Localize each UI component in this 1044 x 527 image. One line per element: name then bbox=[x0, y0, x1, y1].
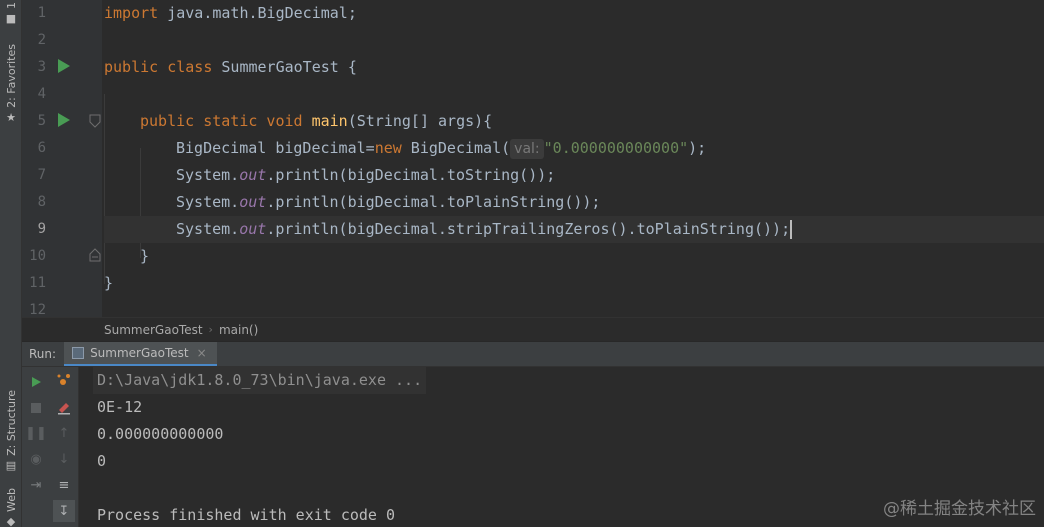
line-number: 4 bbox=[37, 86, 46, 102]
rerun-icon[interactable] bbox=[27, 373, 45, 391]
web-tool-tab[interactable]: Web ◆ bbox=[0, 488, 22, 527]
console-output[interactable]: D:\Java\jdk1.8.0_73\bin\java.exe ... 0E-… bbox=[80, 367, 1044, 527]
code-editor[interactable]: 1 2 3 4 5 6 7 8 9 10 11 12 import java.m… bbox=[22, 0, 1044, 317]
project-tool-tab[interactable]: 1 ■ bbox=[0, 2, 22, 25]
soft-wrap-icon[interactable]: ≡ bbox=[55, 476, 73, 494]
console-tab-icon bbox=[72, 347, 85, 359]
run-tab-label: SummerGaoTest bbox=[90, 346, 189, 360]
run-label: Run: bbox=[29, 347, 57, 361]
run-tab-summergaotest[interactable]: SummerGaoTest × bbox=[64, 342, 217, 366]
arrow-down-icon[interactable]: ↓ bbox=[55, 450, 73, 468]
web-icon: ◆ bbox=[6, 514, 16, 527]
code-line-11: } bbox=[104, 274, 114, 292]
console-command-line: D:\Java\jdk1.8.0_73\bin\java.exe ... bbox=[93, 367, 427, 394]
line-number: 11 bbox=[29, 275, 46, 291]
left-tool-strip: 1 ■ 2: Favorites ★ Z: Structure ▤ Web ◆ bbox=[0, 0, 22, 527]
run-main-icon[interactable] bbox=[58, 113, 70, 127]
favorites-tool-tab[interactable]: 2: Favorites ★ bbox=[0, 44, 22, 124]
clear-all-icon[interactable] bbox=[55, 398, 73, 416]
breadcrumb-method[interactable]: main() bbox=[219, 323, 258, 337]
fold-open-icon[interactable] bbox=[88, 114, 102, 128]
line-number: 7 bbox=[37, 167, 46, 183]
debug-config-icon[interactable] bbox=[55, 372, 73, 390]
structure-tab-label: Z: Structure bbox=[4, 390, 18, 456]
project-tab-label: 1 bbox=[4, 2, 18, 9]
run-class-icon[interactable] bbox=[58, 59, 70, 73]
line-number: 3 bbox=[37, 59, 46, 75]
chevron-right-icon: › bbox=[208, 323, 213, 336]
favorites-tab-label: 2: Favorites bbox=[4, 44, 18, 108]
line-number: 8 bbox=[37, 194, 46, 210]
console-line: 0.000000000000 bbox=[97, 425, 224, 443]
code-line-5: public static void main(String[] args){ bbox=[140, 112, 493, 130]
line-number: 5 bbox=[37, 113, 46, 129]
folder-icon: ■ bbox=[5, 12, 17, 25]
exit-icon[interactable]: ⇥ bbox=[27, 476, 45, 494]
structure-tool-tab[interactable]: Z: Structure ▤ bbox=[0, 390, 22, 472]
arrow-up-icon[interactable]: ↑ bbox=[55, 424, 73, 442]
code-area[interactable]: import java.math.BigDecimal; public clas… bbox=[104, 0, 1044, 317]
scroll-to-end-icon[interactable]: ↧ bbox=[53, 500, 75, 522]
code-line-3: public class SummerGaoTest { bbox=[104, 58, 357, 76]
console-exit-line: Process finished with exit code 0 bbox=[97, 506, 396, 524]
code-line-8: System.out.println(bigDecimal.toPlainStr… bbox=[176, 193, 601, 211]
run-tool-header: Run: SummerGaoTest × bbox=[22, 341, 1044, 367]
line-number: 1 bbox=[37, 5, 46, 21]
stop-icon[interactable] bbox=[27, 399, 45, 417]
breadcrumb-class[interactable]: SummerGaoTest bbox=[104, 323, 203, 337]
line-number: 12 bbox=[29, 302, 46, 317]
line-number: 6 bbox=[37, 140, 46, 156]
pause-icon[interactable]: ❚❚ bbox=[25, 424, 47, 442]
fold-close-icon[interactable] bbox=[88, 248, 102, 262]
code-line-7: System.out.println(bigDecimal.toString()… bbox=[176, 166, 556, 184]
parameter-hint: val: bbox=[510, 139, 544, 159]
code-line-6: BigDecimal bigDecimal=new BigDecimal(val… bbox=[176, 139, 707, 159]
run-toolbar: ❚❚ ↑ ◉ ↓ ⇥ ≡ ↧ bbox=[22, 367, 79, 527]
line-number: 2 bbox=[37, 32, 46, 48]
code-line-1: import java.math.BigDecimal; bbox=[104, 4, 357, 22]
star-icon: ★ bbox=[6, 110, 16, 124]
close-icon[interactable]: × bbox=[197, 346, 207, 360]
line-number-current: 9 bbox=[37, 221, 46, 237]
breadcrumb: SummerGaoTest › main() bbox=[22, 317, 1044, 341]
watermark: @稀土掘金技术社区 bbox=[883, 499, 1036, 519]
code-line-10: } bbox=[140, 247, 150, 265]
code-line-9-current: System.out.println(bigDecimal.stripTrail… bbox=[104, 216, 1044, 243]
text-caret bbox=[790, 220, 793, 239]
console-line: 0E-12 bbox=[97, 398, 143, 416]
console-line: 0 bbox=[97, 452, 107, 470]
line-number: 10 bbox=[29, 248, 46, 264]
structure-icon: ▤ bbox=[5, 458, 17, 472]
web-tab-label: Web bbox=[4, 488, 18, 512]
editor-gutter: 1 2 3 4 5 6 7 8 9 10 11 12 bbox=[22, 0, 102, 317]
camera-icon[interactable]: ◉ bbox=[27, 450, 45, 468]
